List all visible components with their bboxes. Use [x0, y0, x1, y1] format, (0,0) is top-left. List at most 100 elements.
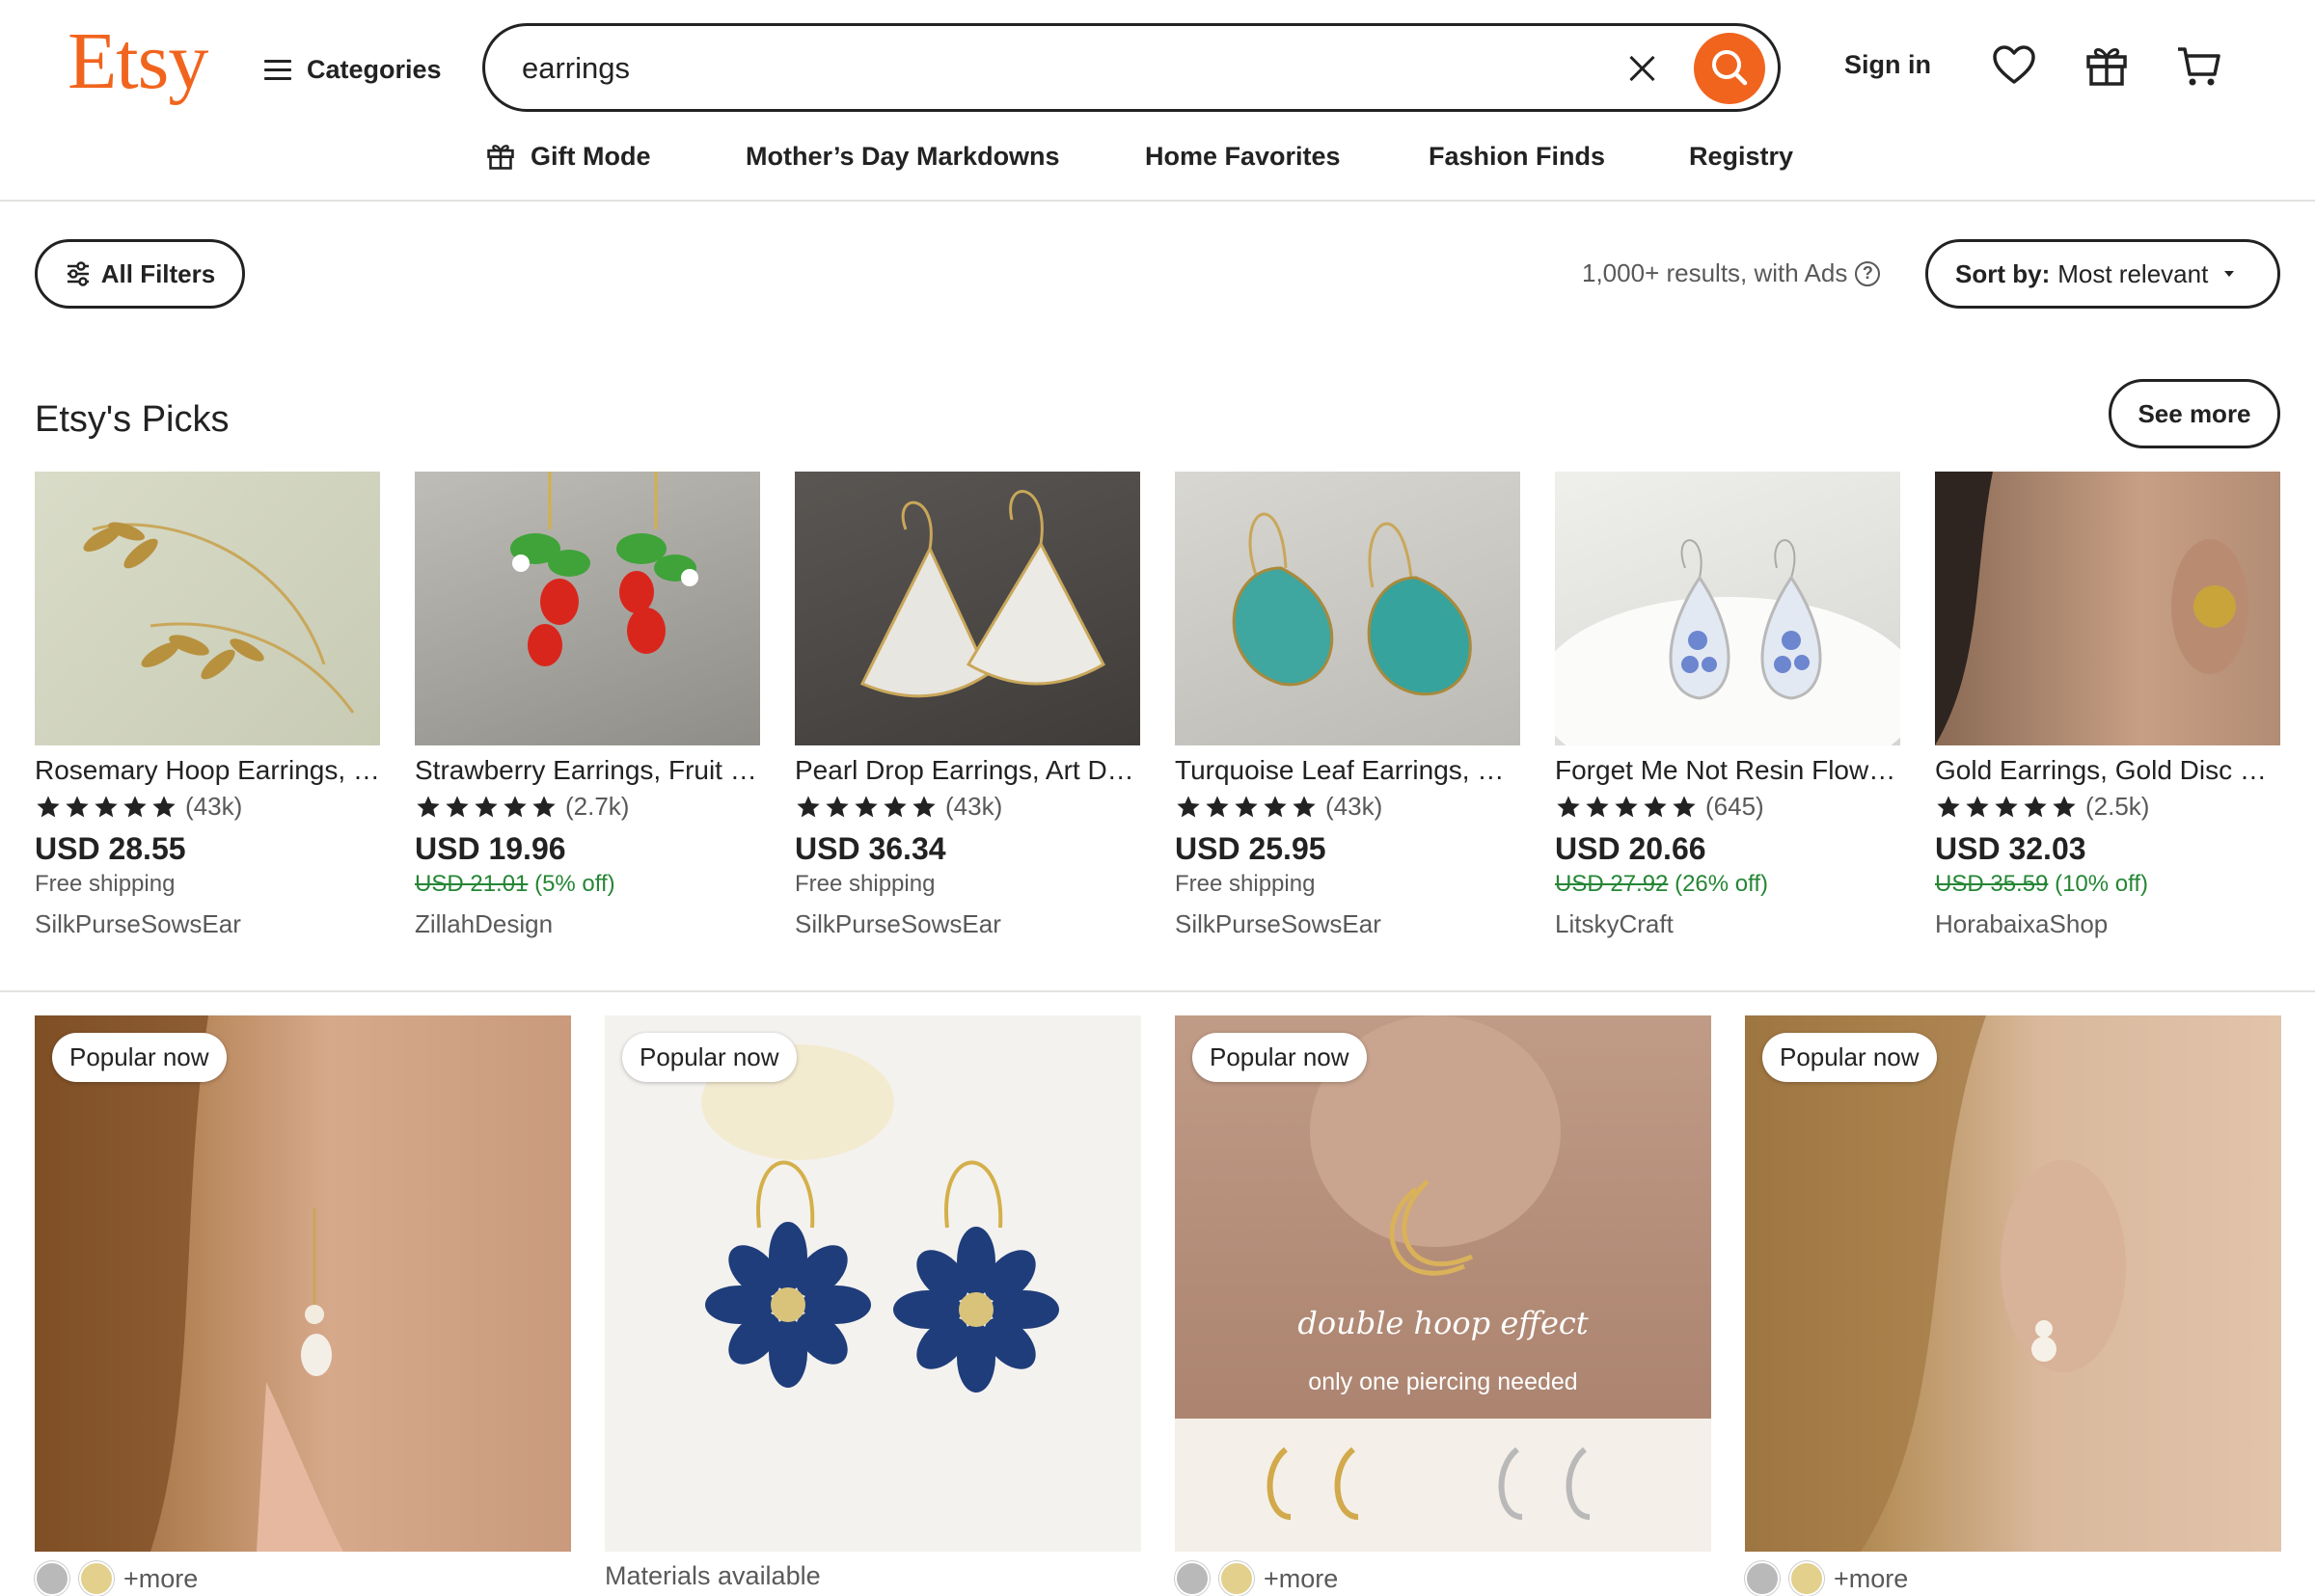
all-filters-button[interactable]: All Filters	[35, 239, 245, 309]
nav-fashion-finds[interactable]: Fashion Finds	[1429, 137, 1605, 176]
product-price: USD 36.34	[795, 831, 946, 866]
all-filters-label: All Filters	[100, 258, 216, 288]
listing-image[interactable]: Popular now	[605, 1015, 1141, 1552]
etsy-logo[interactable]: Etsy	[68, 21, 208, 102]
help-icon[interactable]: ?	[1855, 260, 1881, 286]
product-card[interactable]: Turquoise Leaf Earrings, Boho (43k) USD …	[1175, 472, 1520, 939]
categories-button[interactable]: Categories	[264, 50, 442, 89]
product-card[interactable]: Strawberry Earrings, Fruit Earrings (2.7…	[415, 472, 760, 939]
nav-label: Gift Mode	[531, 141, 651, 171]
product-title[interactable]: Turquoise Leaf Earrings, Boho	[1175, 755, 1520, 786]
product-price: USD 28.55	[35, 831, 186, 866]
product-rating: (43k)	[35, 792, 380, 822]
shop-name[interactable]: SilkPurseSowsEar	[1175, 909, 1520, 939]
overlay-caption: only one piercing needed	[1308, 1368, 1578, 1395]
review-count: (43k)	[1325, 792, 1383, 821]
section-divider	[0, 990, 2315, 992]
see-more-button[interactable]: See more	[2109, 379, 2280, 448]
nav-mothers-day[interactable]: Mother’s Day Markdowns	[746, 137, 1060, 176]
listing-card[interactable]: Popular now +more	[1745, 1015, 2281, 1596]
product-card[interactable]: Pearl Drop Earrings, Art Deco (43k) USD …	[795, 472, 1140, 939]
product-card[interactable]: Gold Earrings, Gold Disc Studs (2.5k) US…	[1935, 472, 2280, 939]
gold-swatch[interactable]	[1219, 1561, 1254, 1596]
five-stars-icon	[35, 794, 177, 821]
sign-in-link[interactable]: Sign in	[1844, 50, 1931, 80]
nav-gift-mode[interactable]: Gift Mode	[484, 137, 650, 176]
product-image[interactable]	[1555, 472, 1900, 745]
product-title[interactable]: Gold Earrings, Gold Disc Studs	[1935, 755, 2280, 786]
product-card[interactable]: Forget Me Not Resin Flower Earrings (645…	[1555, 472, 1900, 939]
popular-now-badge: Popular now	[1192, 1033, 1367, 1082]
review-count: (645)	[1705, 792, 1764, 821]
product-image[interactable]	[1175, 472, 1520, 745]
product-image[interactable]	[35, 472, 380, 745]
product-title[interactable]: Strawberry Earrings, Fruit Earrings	[415, 755, 760, 786]
discount-info: USD 35.59 (10% off)	[1935, 871, 2280, 904]
listing-card[interactable]: Popular now +more	[35, 1015, 571, 1596]
discount-percent: (10% off)	[2055, 871, 2149, 897]
shop-name[interactable]: SilkPurseSowsEar	[35, 909, 380, 939]
silver-swatch[interactable]	[1745, 1561, 1780, 1596]
search-button[interactable]	[1694, 33, 1765, 104]
earring-illustration	[1555, 539, 1900, 745]
gold-swatch[interactable]	[1789, 1561, 1824, 1596]
product-title[interactable]: Forget Me Not Resin Flower Earrings	[1555, 755, 1900, 786]
review-count: (2.5k)	[2085, 792, 2150, 821]
product-image[interactable]	[1935, 472, 2280, 745]
shop-name[interactable]: ZillahDesign	[415, 909, 760, 939]
earring-illustration	[859, 490, 1105, 698]
menu-icon	[264, 54, 291, 86]
review-count: (43k)	[185, 792, 243, 821]
earring-illustration	[1745, 1015, 2126, 1552]
product-price: USD 20.66	[1555, 831, 1706, 866]
earring-illustration	[1175, 1015, 1711, 1552]
silver-swatch[interactable]	[1175, 1561, 1210, 1596]
discount-percent: (5% off)	[534, 871, 615, 897]
listing-image[interactable]: Popular now	[35, 1015, 571, 1552]
popular-now-badge: Popular now	[52, 1033, 227, 1082]
listing-image[interactable]: Popular now double hoop effect only one …	[1175, 1015, 1711, 1552]
filter-icon	[67, 261, 89, 286]
gift-icon[interactable]	[2082, 41, 2132, 91]
five-stars-icon	[415, 794, 558, 821]
nav-home-favorites[interactable]: Home Favorites	[1145, 137, 1341, 176]
gold-swatch[interactable]	[79, 1561, 114, 1596]
nav-registry[interactable]: Registry	[1689, 137, 1793, 176]
earring-illustration	[701, 1044, 1059, 1393]
listing-card[interactable]: Popular now double hoop effect only one …	[1175, 1015, 1711, 1596]
product-title[interactable]: Rosemary Hoop Earrings, Gold Leaf	[35, 755, 380, 786]
listing-card[interactable]: Popular now Materials available	[605, 1015, 1141, 1591]
product-price: USD 32.03	[1935, 831, 2086, 866]
discount-info: USD 27.92 (26% off)	[1555, 871, 1900, 904]
earring-illustration	[83, 522, 355, 714]
silver-swatch[interactable]	[35, 1561, 69, 1596]
shop-name[interactable]: HorabaixaShop	[1935, 909, 2280, 939]
product-image[interactable]	[415, 472, 760, 745]
sort-prefix: Sort by:	[1955, 258, 2051, 288]
product-title[interactable]: Pearl Drop Earrings, Art Deco	[795, 755, 1140, 786]
discount-percent: (26% off)	[1675, 871, 1769, 897]
popular-now-badge: Popular now	[622, 1033, 797, 1082]
original-price: USD 35.59	[1935, 871, 2049, 897]
review-count: (2.7k)	[565, 792, 630, 821]
shop-name[interactable]: LitskyCraft	[1555, 909, 1900, 939]
shipping-info: Free shipping	[795, 871, 936, 897]
earring-illustration	[35, 1015, 343, 1552]
sort-dropdown[interactable]: Sort by: Most relevant	[1925, 239, 2280, 309]
review-count: (43k)	[945, 792, 1003, 821]
product-rating: (43k)	[795, 792, 1140, 822]
shop-name[interactable]: SilkPurseSowsEar	[795, 909, 1140, 939]
popular-now-badge: Popular now	[1762, 1033, 1937, 1082]
product-card[interactable]: Rosemary Hoop Earrings, Gold Leaf (43k) …	[35, 472, 380, 939]
shipping-info: Free shipping	[35, 871, 176, 897]
sort-value: Most relevant	[2057, 258, 2209, 288]
listing-image[interactable]: Popular now	[1745, 1015, 2281, 1552]
product-image[interactable]	[795, 472, 1140, 745]
cart-icon[interactable]	[2174, 41, 2224, 91]
five-stars-icon	[795, 794, 938, 821]
section-title: Etsy's Picks	[35, 399, 230, 440]
clear-search-icon[interactable]	[1625, 51, 1660, 86]
search-input[interactable]	[520, 43, 1585, 94]
product-price: USD 19.96	[415, 831, 566, 866]
heart-icon[interactable]	[1989, 41, 2039, 91]
